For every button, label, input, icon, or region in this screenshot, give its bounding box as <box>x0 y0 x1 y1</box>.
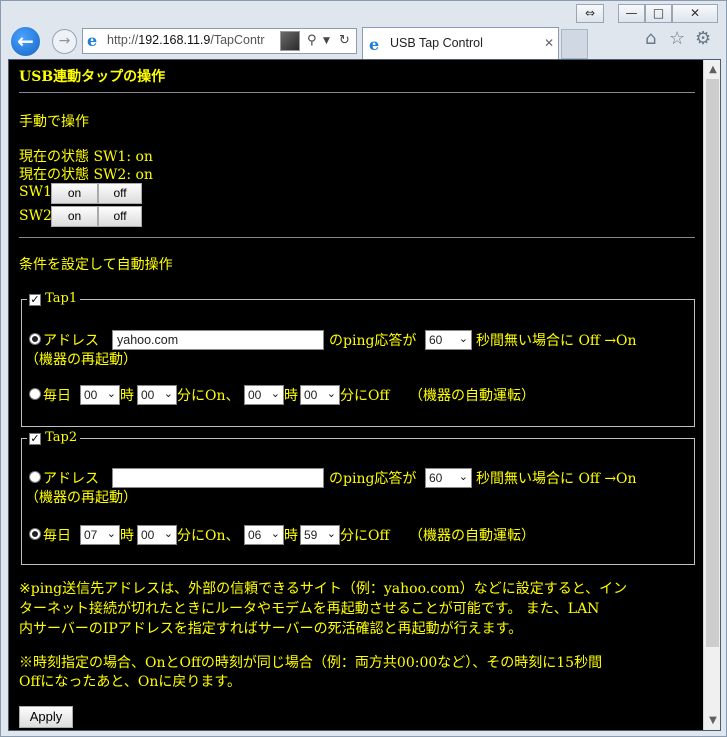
tap2-no-response-text: 秒間無い場合に Off →On <box>476 471 637 487</box>
sw2-on-button[interactable]: on <box>51 206 98 227</box>
tap2-hour-unit: 時 <box>284 528 298 544</box>
search-icon[interactable]: ⚲ <box>307 33 317 48</box>
scroll-down-icon[interactable]: ▼ <box>705 712 720 729</box>
tap1-daily-label: 毎日 <box>43 388 71 404</box>
sw1-on-button[interactable]: on <box>51 183 98 204</box>
tap2-on-hour-select[interactable]: 07 ⌄ <box>80 525 120 545</box>
tap1-auto-run-text: （機器の自動運転） <box>409 388 535 404</box>
sw1-off-button[interactable]: off <box>98 183 142 204</box>
maximize-button[interactable]: □ <box>645 4 672 23</box>
tap2-off-minute-select[interactable]: 59 ⌄ <box>300 525 340 545</box>
note-time-line2: Offになったあと、Onに戻ります。 <box>19 674 241 690</box>
status-sw1: 現在の状態 SW1: on <box>19 149 153 165</box>
tap1-off-hour-select[interactable]: 00 ⌄ <box>244 385 284 405</box>
tap1-seconds-select[interactable]: 60 ⌄ <box>425 330 472 350</box>
tap2-on-minute-select[interactable]: 00 ⌄ <box>137 525 177 545</box>
tap1-off-text: 分にOff <box>340 388 390 404</box>
sw1-label: SW1 <box>19 184 52 200</box>
manual-section-title: 手動で操作 <box>19 114 89 130</box>
tap1-hour-unit: 時 <box>120 388 134 404</box>
divider <box>19 92 695 93</box>
close-tab-icon[interactable]: ✕ <box>544 36 554 50</box>
tap1-off-minute-select[interactable]: 00 ⌄ <box>300 385 340 405</box>
address-bar[interactable]: e http://192.168.11.9/TapContr ⚲ ▼ ↻ <box>82 28 357 54</box>
apply-button[interactable]: Apply <box>19 706 73 728</box>
browser-toolbar: ← → e http://192.168.11.9/TapContr ⚲ ▼ ↻… <box>1 23 726 59</box>
tap2-legend-label: Tap2 <box>45 430 78 445</box>
forward-button[interactable]: → <box>52 29 77 54</box>
vertical-scrollbar[interactable]: ▲ ▼ <box>703 60 720 730</box>
browser-window: ⇔ — □ ✕ ← → e http://192.168.11.9/TapCon… <box>0 0 727 737</box>
favorites-star-icon[interactable]: ☆ <box>669 28 685 49</box>
tap2-address-label: アドレス <box>43 471 99 487</box>
tap2-seconds-select[interactable]: 60 ⌄ <box>425 468 472 488</box>
ie-icon: e <box>369 35 380 54</box>
restore-size-icon[interactable]: ⇔ <box>576 4 604 23</box>
minimize-button[interactable]: — <box>618 4 645 23</box>
note-ping-line2: ターネット接続が切れたときにルータやモデムを再起動させることが可能です。 また、… <box>19 601 600 617</box>
refresh-icon[interactable]: ↻ <box>339 33 350 48</box>
tap2-legend: ✓ Tap2 <box>27 430 81 445</box>
note-ping-line3: 内サーバーのIPアドレスを指定すればサーバーの死活確認と再起動が行えます。 <box>19 621 523 637</box>
back-button[interactable]: ← <box>9 25 42 58</box>
settings-gear-icon[interactable]: ⚙ <box>695 28 711 49</box>
tap1-reboot-text: （機器の再起動） <box>25 352 137 368</box>
tap2-daily-radio[interactable] <box>29 528 41 540</box>
tap1-legend: ✓ Tap1 <box>27 291 81 306</box>
tap1-checkbox[interactable]: ✓ <box>29 294 41 306</box>
tap1-on-text: 分にOn、 <box>177 388 240 404</box>
tap2-off-hour-select[interactable]: 06 ⌄ <box>244 525 284 545</box>
tap1-on-hour-select[interactable]: 00 ⌄ <box>80 385 120 405</box>
auto-section-title: 条件を設定して自動操作 <box>19 257 173 273</box>
tap2-auto-run-text: （機器の自動運転） <box>409 528 535 544</box>
scrollbar-thumb[interactable] <box>706 79 719 647</box>
tap2-reboot-text: （機器の再起動） <box>25 490 137 506</box>
tap2-hour-unit: 時 <box>120 528 134 544</box>
page-viewport: USB連動タップの操作 手動で操作 現在の状態 SW1: on 現在の状態 SW… <box>8 59 721 731</box>
tab-usb-tap-control[interactable]: e USB Tap Control ✕ <box>362 27 559 59</box>
scroll-up-icon[interactable]: ▲ <box>705 61 720 78</box>
tap2-off-text: 分にOff <box>340 528 390 544</box>
status-sw2: 現在の状態 SW2: on <box>19 167 153 183</box>
tap1-legend-label: Tap1 <box>45 291 78 306</box>
close-window-button[interactable]: ✕ <box>672 4 718 23</box>
tap1-no-response-text: 秒間無い場合に Off →On <box>476 333 637 349</box>
address-url[interactable]: http://192.168.11.9/TapContr <box>107 33 277 47</box>
note-ping-line1: ※ping送信先アドレスは、外部の信頼できるサイト（例：yahoo.com）など… <box>19 581 628 597</box>
divider <box>19 237 695 238</box>
tap1-address-label: アドレス <box>43 333 99 349</box>
dropdown-icon[interactable]: ▼ <box>323 36 330 46</box>
ie-icon: e <box>87 31 98 50</box>
tap1-on-minute-select[interactable]: 00 ⌄ <box>137 385 177 405</box>
tap2-address-radio[interactable] <box>29 471 41 483</box>
page-title: USB連動タップの操作 <box>19 69 166 85</box>
tap1-hour-unit: 時 <box>284 388 298 404</box>
home-icon[interactable]: ⌂ <box>645 28 656 49</box>
tap2-checkbox[interactable]: ✓ <box>29 433 41 445</box>
tap1-ping-text: のping応答が <box>329 333 417 349</box>
tap1-address-input[interactable]: yahoo.com <box>112 330 324 350</box>
tap1-address-radio[interactable] <box>29 333 41 345</box>
tap2-ping-text: のping応答が <box>329 471 417 487</box>
tap2-daily-label: 毎日 <box>43 528 71 544</box>
sw2-off-button[interactable]: off <box>98 206 142 227</box>
tap1-daily-radio[interactable] <box>29 388 41 400</box>
tap2-address-input[interactable] <box>112 468 324 488</box>
new-tab-button[interactable] <box>561 29 588 59</box>
tap2-on-text: 分にOn、 <box>177 528 240 544</box>
tab-title: USB Tap Control <box>390 36 483 50</box>
note-time-line1: ※時刻指定の場合、OnとOffの時刻が同じ場合（例：両方共00:00など）、その… <box>19 655 603 671</box>
sw2-label: SW2 <box>19 208 52 224</box>
page-thumbnail-icon <box>280 31 300 51</box>
